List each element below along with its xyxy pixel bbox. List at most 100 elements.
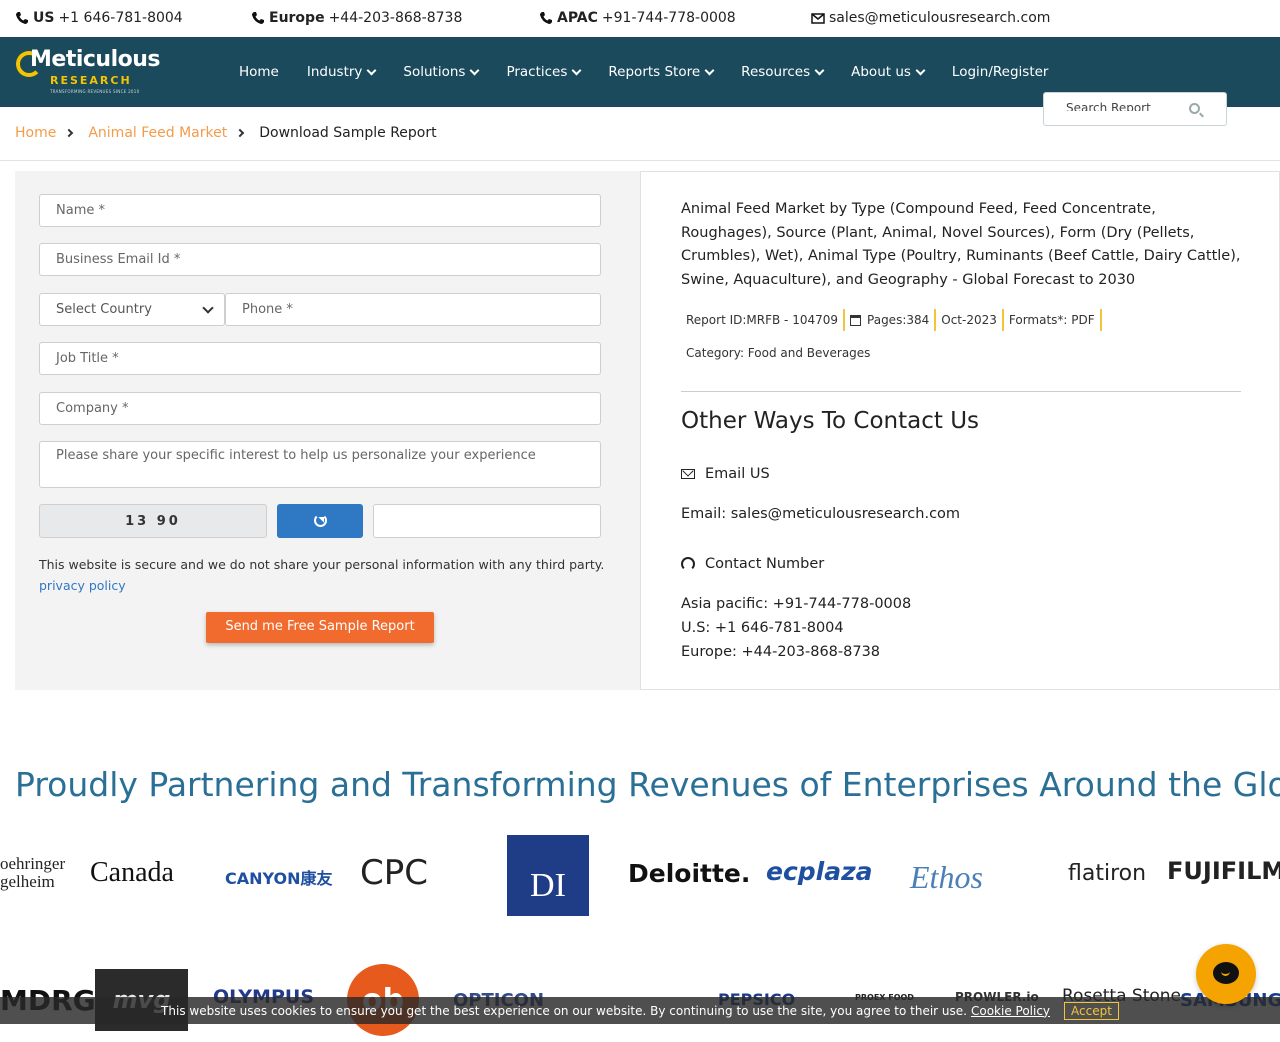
partner-logo: FUJIFILM xyxy=(1167,857,1280,885)
company-placeholder: Company * xyxy=(56,401,129,416)
logo-subtext: RESEARCH xyxy=(50,74,132,87)
calendar-icon xyxy=(850,314,862,326)
cookie-accept-button[interactable]: Accept xyxy=(1064,1001,1119,1020)
us-number: +1 646-781-8004 xyxy=(58,10,183,26)
nav-solutions-label: Solutions xyxy=(403,64,466,80)
email-link[interactable]: sales@meticulousresearch.com xyxy=(811,10,1050,26)
phone-placeholder: Phone * xyxy=(242,302,293,317)
chevron-down-icon xyxy=(704,65,715,75)
contact-number-heading: Contact Number xyxy=(681,556,824,572)
partners-title: Proudly Partnering and Transforming Reve… xyxy=(15,765,1280,804)
report-id-text: Report ID:MRFB - 104709 xyxy=(686,313,839,327)
nav-solutions[interactable]: Solutions xyxy=(403,64,480,80)
breadcrumb-market[interactable]: Animal Feed Market xyxy=(88,125,227,141)
sample-request-form: Name * Business Email Id * Select Countr… xyxy=(15,171,640,690)
cookie-banner: This website uses cookies to ensure you … xyxy=(0,997,1280,1024)
phone-field[interactable]: Phone * xyxy=(225,293,601,326)
contact-asia[interactable]: Asia pacific: +91-744-778-0008 xyxy=(681,596,911,612)
breadcrumb-home[interactable]: Home xyxy=(15,125,56,141)
captcha-display: 13 90 xyxy=(39,504,267,538)
nav-home-label: Home xyxy=(239,64,279,80)
report-info-panel: Animal Feed Market by Type (Compound Fee… xyxy=(640,171,1280,690)
email-placeholder: Business Email Id * xyxy=(56,252,181,267)
contact-email[interactable]: Email: sales@meticulousresearch.com xyxy=(681,506,960,522)
apac-phone[interactable]: APAC +91-744-778-0008 xyxy=(539,10,736,26)
search-icon[interactable] xyxy=(1189,103,1200,114)
report-date: Oct-2023 xyxy=(936,309,1004,331)
chevron-right-icon xyxy=(235,128,245,138)
divider xyxy=(0,160,1280,161)
envelope-icon xyxy=(681,469,695,479)
report-date-text: Oct-2023 xyxy=(941,313,997,327)
privacy-policy-link[interactable]: privacy policy xyxy=(39,578,126,593)
phone-icon xyxy=(539,11,553,25)
us-phone[interactable]: US +1 646-781-8004 xyxy=(15,10,183,26)
chevron-down-icon xyxy=(202,302,214,314)
partner-logo: CPC xyxy=(360,853,428,893)
nav-practices[interactable]: Practices xyxy=(506,64,582,80)
logo-tagline: TRANSFORMING REVENUES SINCE 2010 xyxy=(50,89,140,94)
report-formats-text: Formats*: PDF xyxy=(1008,313,1095,327)
chevron-down-icon xyxy=(571,65,582,75)
phone-icon xyxy=(15,11,29,25)
captcha-input[interactable] xyxy=(373,504,601,538)
partner-logos-row-1: oehringer gelheim Canada CANYON康友 CPC DI… xyxy=(0,835,1280,916)
partner-logo: Canada xyxy=(90,857,174,888)
nav-reports-store[interactable]: Reports Store xyxy=(608,64,715,80)
contact-number-label: Contact Number xyxy=(705,556,825,572)
envelope-icon xyxy=(811,11,825,25)
divider xyxy=(681,391,1241,392)
logo-text: Meticulous xyxy=(30,47,161,72)
partner-logo: CANYON康友 xyxy=(225,869,333,888)
nav-industry-label: Industry xyxy=(306,64,363,80)
chevron-down-icon xyxy=(814,65,825,75)
report-pages-text: Pages:384 xyxy=(867,313,930,327)
captcha-refresh-button[interactable] xyxy=(277,504,363,538)
chevron-down-icon xyxy=(915,65,926,75)
europe-number: +44-203-868-8738 xyxy=(328,10,463,26)
breadcrumb: Home Animal Feed Market Download Sample … xyxy=(15,125,437,141)
nav-industry[interactable]: Industry xyxy=(306,64,377,80)
search-input[interactable]: Search Report xyxy=(1043,92,1227,126)
name-field[interactable]: Name * xyxy=(39,194,601,227)
company-field[interactable]: Company * xyxy=(39,392,601,425)
contact-europe[interactable]: Europe: +44-203-868-8738 xyxy=(681,644,880,660)
partner-logo: flatiron xyxy=(1068,861,1147,886)
partner-logo: Ethos xyxy=(910,859,983,895)
chevron-down-icon xyxy=(366,65,377,75)
breadcrumb-current: Download Sample Report xyxy=(259,125,437,141)
country-value: Select Country xyxy=(56,302,152,317)
contact-heading: Other Ways To Contact Us xyxy=(681,408,980,434)
email-field[interactable]: Business Email Id * xyxy=(39,243,601,276)
nav-about-us[interactable]: About us xyxy=(851,64,926,80)
europe-label: Europe xyxy=(269,10,325,26)
cookie-text: This website uses cookies to ensure you … xyxy=(161,1003,967,1018)
name-placeholder: Name * xyxy=(56,203,105,218)
report-title: Animal Feed Market by Type (Compound Fee… xyxy=(681,201,1241,288)
nav-resources[interactable]: Resources xyxy=(741,64,825,80)
nav-login-register[interactable]: Login/Register xyxy=(952,64,1049,80)
logo[interactable]: Meticulous RESEARCH TRANSFORMING REVENUE… xyxy=(16,45,161,99)
apac-number: +91-744-778-0008 xyxy=(601,10,736,26)
europe-phone[interactable]: Europe +44-203-868-8738 xyxy=(251,10,462,26)
chat-widget-button[interactable] xyxy=(1196,944,1256,1004)
search-placeholder: Search Report xyxy=(1066,101,1151,111)
report-pages: Pages:384 xyxy=(845,309,937,331)
nav-home[interactable]: Home xyxy=(239,64,279,80)
nav-practices-label: Practices xyxy=(506,64,568,80)
us-label: US xyxy=(33,10,55,26)
chevron-right-icon xyxy=(65,128,74,138)
submit-button[interactable]: Send me Free Sample Report xyxy=(206,612,434,643)
nav-reports-store-label: Reports Store xyxy=(608,64,701,80)
chat-icon xyxy=(1213,962,1239,984)
partner-logo: DI xyxy=(507,835,589,916)
nav-login-label: Login/Register xyxy=(951,64,1049,80)
job-title-field[interactable]: Job Title * xyxy=(39,342,601,375)
cookie-policy-link[interactable]: Cookie Policy xyxy=(971,1004,1050,1018)
report-id: Report ID:MRFB - 104709 xyxy=(681,309,846,331)
contact-us[interactable]: U.S: +1 646-781-8004 xyxy=(681,620,844,636)
country-select[interactable]: Select Country xyxy=(39,293,225,326)
privacy-notice: This website is secure and we do not sha… xyxy=(39,557,605,572)
email-text: sales@meticulousresearch.com xyxy=(829,10,1051,26)
interest-textarea[interactable]: Please share your specific interest to h… xyxy=(39,441,601,488)
